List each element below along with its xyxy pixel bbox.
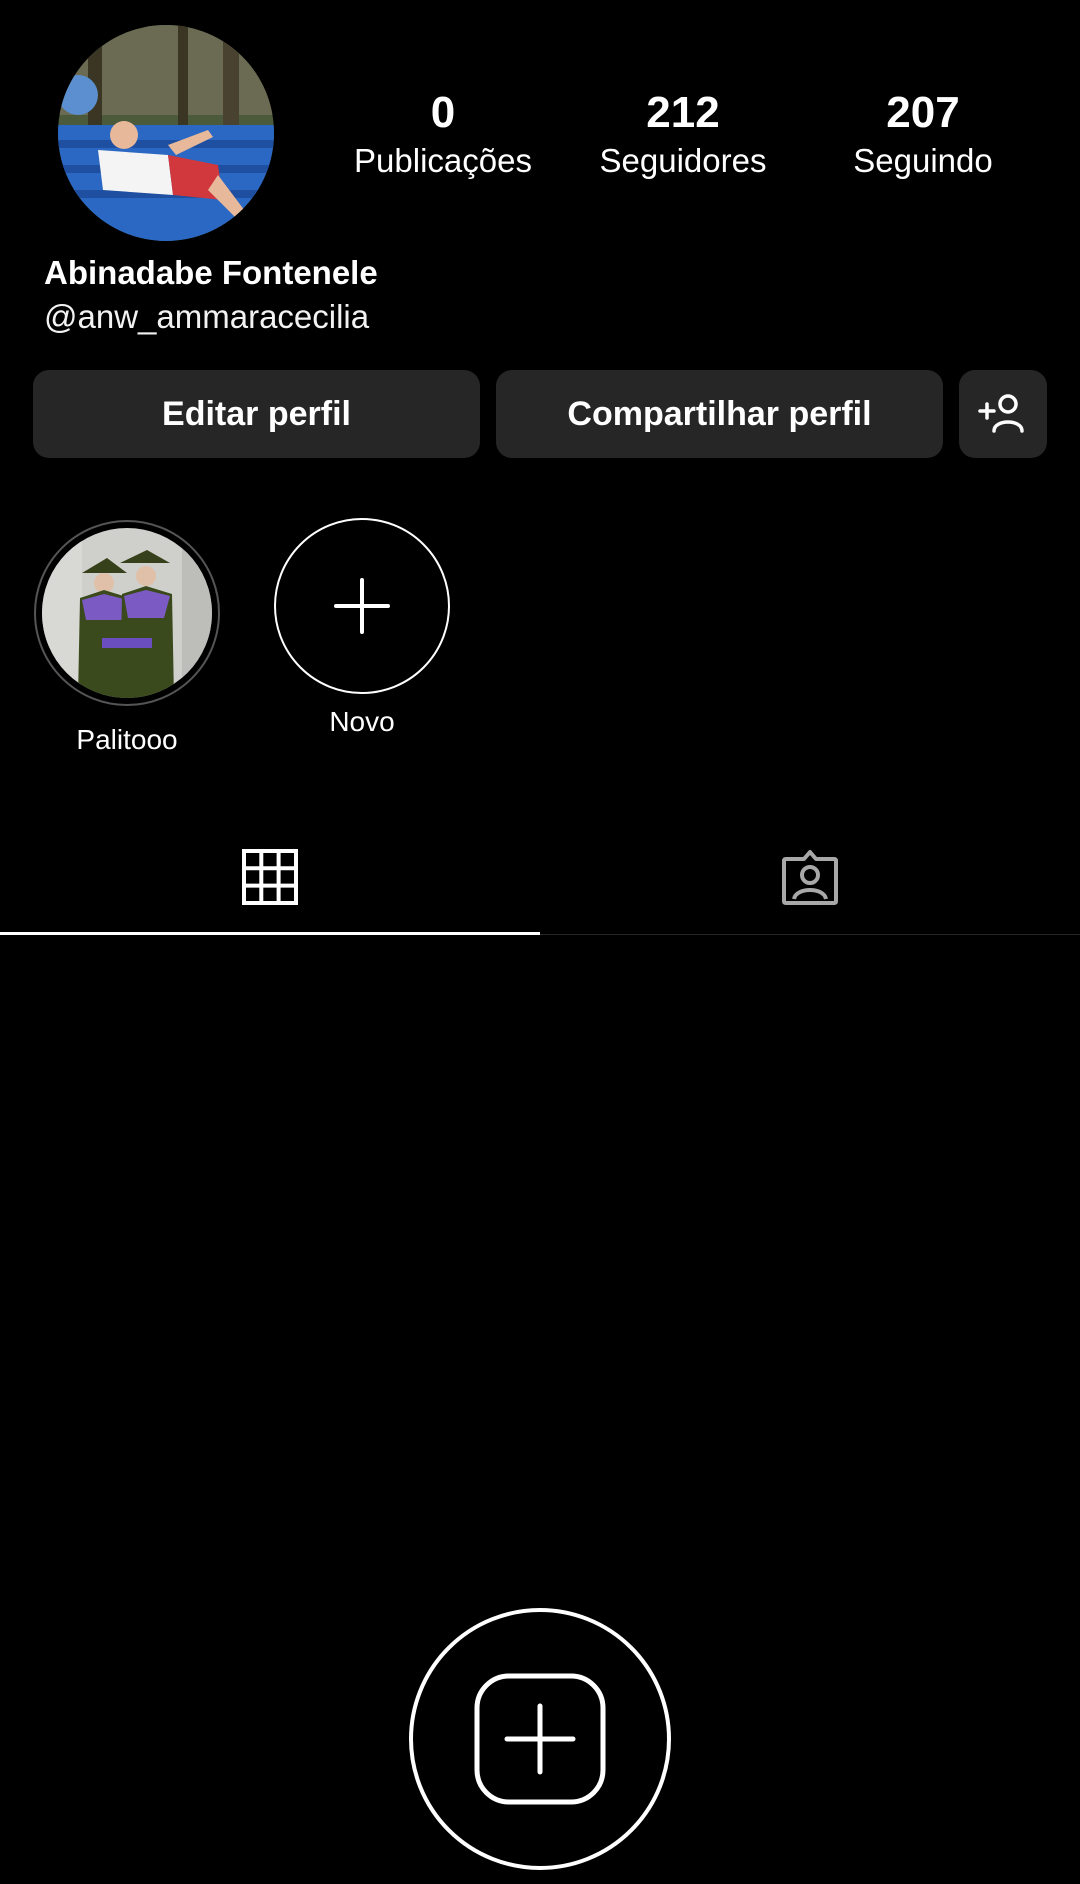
tab-posts-grid[interactable]: [0, 820, 540, 935]
highlight-ring: [34, 520, 220, 706]
profile-tabs: [0, 820, 1080, 935]
create-first-post-button[interactable]: [409, 1608, 671, 1870]
add-person-icon: [978, 394, 1024, 433]
highlight-cover: [42, 528, 212, 698]
tab-tagged[interactable]: [540, 820, 1080, 934]
stat-following[interactable]: 207 Seguindo: [803, 88, 1043, 188]
share-profile-button[interactable]: Compartilhar perfil: [496, 370, 943, 458]
new-highlight-label: Novo: [329, 706, 395, 737]
username: @anw_ammaracecilia: [44, 298, 370, 335]
create-post-icon: [474, 1673, 606, 1805]
profile-stats: 0 Publicações 212 Seguidores 207 Seguind…: [323, 88, 1043, 188]
new-highlight-button[interactable]: Novo: [272, 518, 452, 740]
plus-icon: [334, 578, 390, 634]
profile-avatar[interactable]: [58, 25, 274, 241]
highlight-cover-photo: [42, 528, 212, 698]
stat-posts[interactable]: 0 Publicações: [323, 88, 563, 188]
discover-people-button[interactable]: [959, 370, 1047, 458]
highlight-label: Palitooo: [76, 724, 178, 755]
posts-count: 0: [430, 88, 456, 137]
edit-profile-button[interactable]: Editar perfil: [33, 370, 480, 458]
grid-icon: [242, 849, 298, 905]
following-label: Seguindo: [853, 142, 993, 179]
profile-photo: [58, 25, 274, 241]
stat-followers[interactable]: 212 Seguidores: [563, 88, 803, 188]
highlight-item[interactable]: Palitooo: [32, 520, 222, 758]
new-highlight-circle: [274, 518, 450, 694]
tagged-person-icon: [782, 850, 838, 905]
following-count: 207: [886, 88, 960, 137]
display-name: Abinadabe Fontenele: [44, 254, 378, 291]
followers-count: 212: [646, 88, 720, 137]
followers-label: Seguidores: [599, 142, 767, 179]
posts-label: Publicações: [354, 142, 532, 179]
